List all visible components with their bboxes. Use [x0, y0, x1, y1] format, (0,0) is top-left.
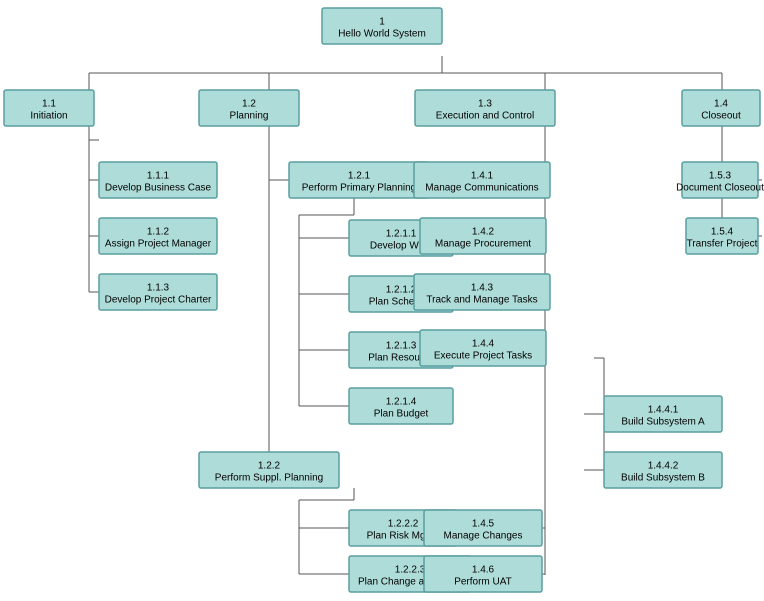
svg-text:1.1.1: 1.1.1 — [147, 171, 170, 182]
svg-text:1.2: 1.2 — [242, 99, 256, 110]
node-1-4-1: 1.4.1 Manage Communications — [414, 162, 550, 198]
svg-text:1.4.5: 1.4.5 — [472, 519, 495, 530]
svg-text:Manage Communications: Manage Communications — [425, 183, 538, 194]
svg-text:1.3: 1.3 — [478, 99, 492, 110]
svg-text:Build Subsystem B: Build Subsystem B — [621, 473, 705, 484]
svg-text:Document Closeout: Document Closeout — [676, 183, 764, 194]
svg-text:Execution and Control: Execution and Control — [436, 111, 534, 122]
node-1-4-3: 1.4.3 Track and Manage Tasks — [414, 274, 550, 310]
node-1-4: 1.4 Closeout — [682, 90, 760, 126]
svg-text:1.4.3: 1.4.3 — [471, 283, 494, 294]
svg-text:Perform UAT: Perform UAT — [454, 577, 512, 588]
svg-text:Track and Manage Tasks: Track and Manage Tasks — [426, 295, 537, 306]
svg-text:1.4.1: 1.4.1 — [471, 171, 494, 182]
node-1-1-2: 1.1.2 Assign Project Manager — [99, 218, 217, 254]
node-1-2: 1.2 Planning — [199, 90, 299, 126]
svg-text:Initiation: Initiation — [30, 111, 67, 122]
node-1-4-4: 1.4.4 Execute Project Tasks — [420, 330, 546, 366]
node-1-4-4-2: 1.4.4.2 Build Subsystem B — [604, 452, 722, 488]
svg-text:1.2.1.2: 1.2.1.2 — [386, 285, 417, 296]
node-1-1: 1.1 Initiation — [4, 90, 94, 126]
svg-text:Manage Procurement: Manage Procurement — [435, 239, 531, 250]
svg-text:Develop Business Case: Develop Business Case — [105, 183, 212, 194]
svg-text:Transfer Project: Transfer Project — [687, 239, 758, 250]
svg-text:1.2.1: 1.2.1 — [348, 171, 371, 182]
svg-text:1.4.4.2: 1.4.4.2 — [648, 461, 679, 472]
wbs-diagram: 1 Hello World System 1.1 Initiation 1.2 … — [0, 0, 764, 601]
svg-text:1.4.4.1: 1.4.4.1 — [648, 405, 679, 416]
svg-text:1.4: 1.4 — [714, 99, 728, 110]
svg-text:1.1: 1.1 — [42, 99, 56, 110]
svg-text:1.2.1.3: 1.2.1.3 — [386, 341, 417, 352]
node-1-2-1-4: 1.2.1.4 Plan Budget — [349, 388, 453, 424]
node-1-1-3: 1.1.3 Develop Project Charter — [99, 274, 217, 310]
svg-text:1.2.1.4: 1.2.1.4 — [386, 397, 417, 408]
svg-text:Build Subsystem A: Build Subsystem A — [621, 417, 705, 428]
svg-text:Assign Project Manager: Assign Project Manager — [105, 239, 212, 250]
node-1-3: 1.3 Execution and Control — [415, 90, 555, 126]
node-1-2-1: 1.2.1 Perform Primary Planning — [289, 162, 429, 198]
svg-text:1.4.6: 1.4.6 — [472, 565, 495, 576]
svg-text:1: 1 — [379, 17, 385, 28]
svg-text:1.1.3: 1.1.3 — [147, 283, 170, 294]
svg-text:1.2.2: 1.2.2 — [258, 461, 281, 472]
node-1-1-1: 1.1.1 Develop Business Case — [99, 162, 217, 198]
svg-text:Perform Suppl. Planning: Perform Suppl. Planning — [215, 473, 323, 484]
svg-text:Planning: Planning — [230, 111, 269, 122]
node-1-4-4-1: 1.4.4.1 Build Subsystem A — [604, 396, 722, 432]
svg-text:Hello World System: Hello World System — [338, 29, 426, 40]
node-1-5-4: 1.5.4 Transfer Project — [686, 218, 758, 254]
svg-text:Plan Budget: Plan Budget — [374, 409, 429, 420]
node-1-4-6: 1.4.6 Perform UAT — [424, 556, 542, 592]
svg-text:1.5.3: 1.5.3 — [709, 171, 732, 182]
node-1-2-2: 1.2.2 Perform Suppl. Planning — [199, 452, 339, 488]
node-1-5-3: 1.5.3 Document Closeout — [676, 162, 764, 198]
svg-text:1.4.2: 1.4.2 — [472, 227, 495, 238]
svg-text:1.4.4: 1.4.4 — [472, 339, 495, 350]
svg-text:1.1.2: 1.1.2 — [147, 227, 170, 238]
svg-text:Develop Project Charter: Develop Project Charter — [105, 295, 212, 306]
svg-text:1.2.2.2: 1.2.2.2 — [388, 519, 419, 530]
svg-text:Execute Project Tasks: Execute Project Tasks — [434, 351, 532, 362]
node-1-4-2: 1.4.2 Manage Procurement — [420, 218, 546, 254]
svg-text:1.2.1.1: 1.2.1.1 — [386, 229, 417, 240]
svg-text:Closeout: Closeout — [701, 111, 741, 122]
svg-text:Perform Primary Planning: Perform Primary Planning — [302, 183, 416, 194]
node-root: 1 Hello World System — [322, 8, 442, 44]
node-1-4-5: 1.4.5 Manage Changes — [424, 510, 542, 546]
svg-text:1.5.4: 1.5.4 — [711, 227, 734, 238]
svg-text:1.2.2.3: 1.2.2.3 — [395, 565, 426, 576]
svg-text:Manage Changes: Manage Changes — [444, 531, 523, 542]
